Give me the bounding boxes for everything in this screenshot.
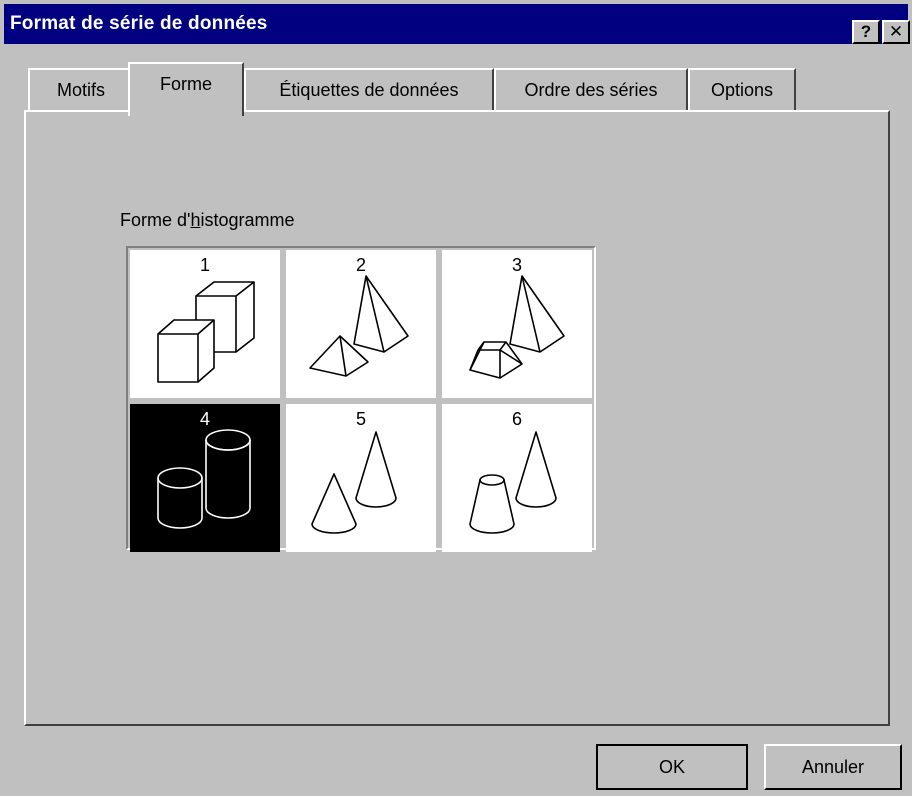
tab-etiquettes-de-donnees[interactable]: Étiquettes de données xyxy=(244,68,494,112)
tab-options[interactable]: Options xyxy=(688,68,796,112)
close-icon: ✕ xyxy=(888,22,904,41)
truncated-pyramid-icon xyxy=(469,275,565,379)
dialog-window: Format de série de données ? ✕ Motifs Fo… xyxy=(0,0,912,796)
shape-group-label: Forme d'histogramme xyxy=(120,210,295,230)
dialog-title: Format de série de données xyxy=(10,13,268,34)
shape-option-4[interactable]: 4 xyxy=(130,404,280,552)
shape-grid: 1 2 3 4 5 6 xyxy=(126,246,596,552)
cancel-button[interactable]: Annuler xyxy=(764,744,902,790)
shape-option-5[interactable]: 5 xyxy=(286,404,436,552)
pyramid-icon xyxy=(309,275,409,377)
cone-icon xyxy=(311,431,397,534)
close-button[interactable]: ✕ xyxy=(882,20,910,44)
shape-option-3[interactable]: 3 xyxy=(442,250,592,398)
title-bar: Format de série de données ? ✕ xyxy=(4,4,910,44)
shape-option-1[interactable]: 1 xyxy=(130,250,280,398)
tab-forme[interactable]: Forme xyxy=(128,62,244,116)
shape-option-2[interactable]: 2 xyxy=(286,250,436,398)
shape-option-6[interactable]: 6 xyxy=(442,404,592,552)
help-button[interactable]: ? xyxy=(852,20,880,44)
cylinder-icon xyxy=(157,429,251,529)
truncated-cone-icon xyxy=(469,431,557,534)
tab-ordre-des-series[interactable]: Ordre des séries xyxy=(494,68,688,112)
box-icon xyxy=(157,281,255,383)
tab-motifs[interactable]: Motifs xyxy=(28,68,134,112)
ok-button[interactable]: OK xyxy=(596,744,748,790)
